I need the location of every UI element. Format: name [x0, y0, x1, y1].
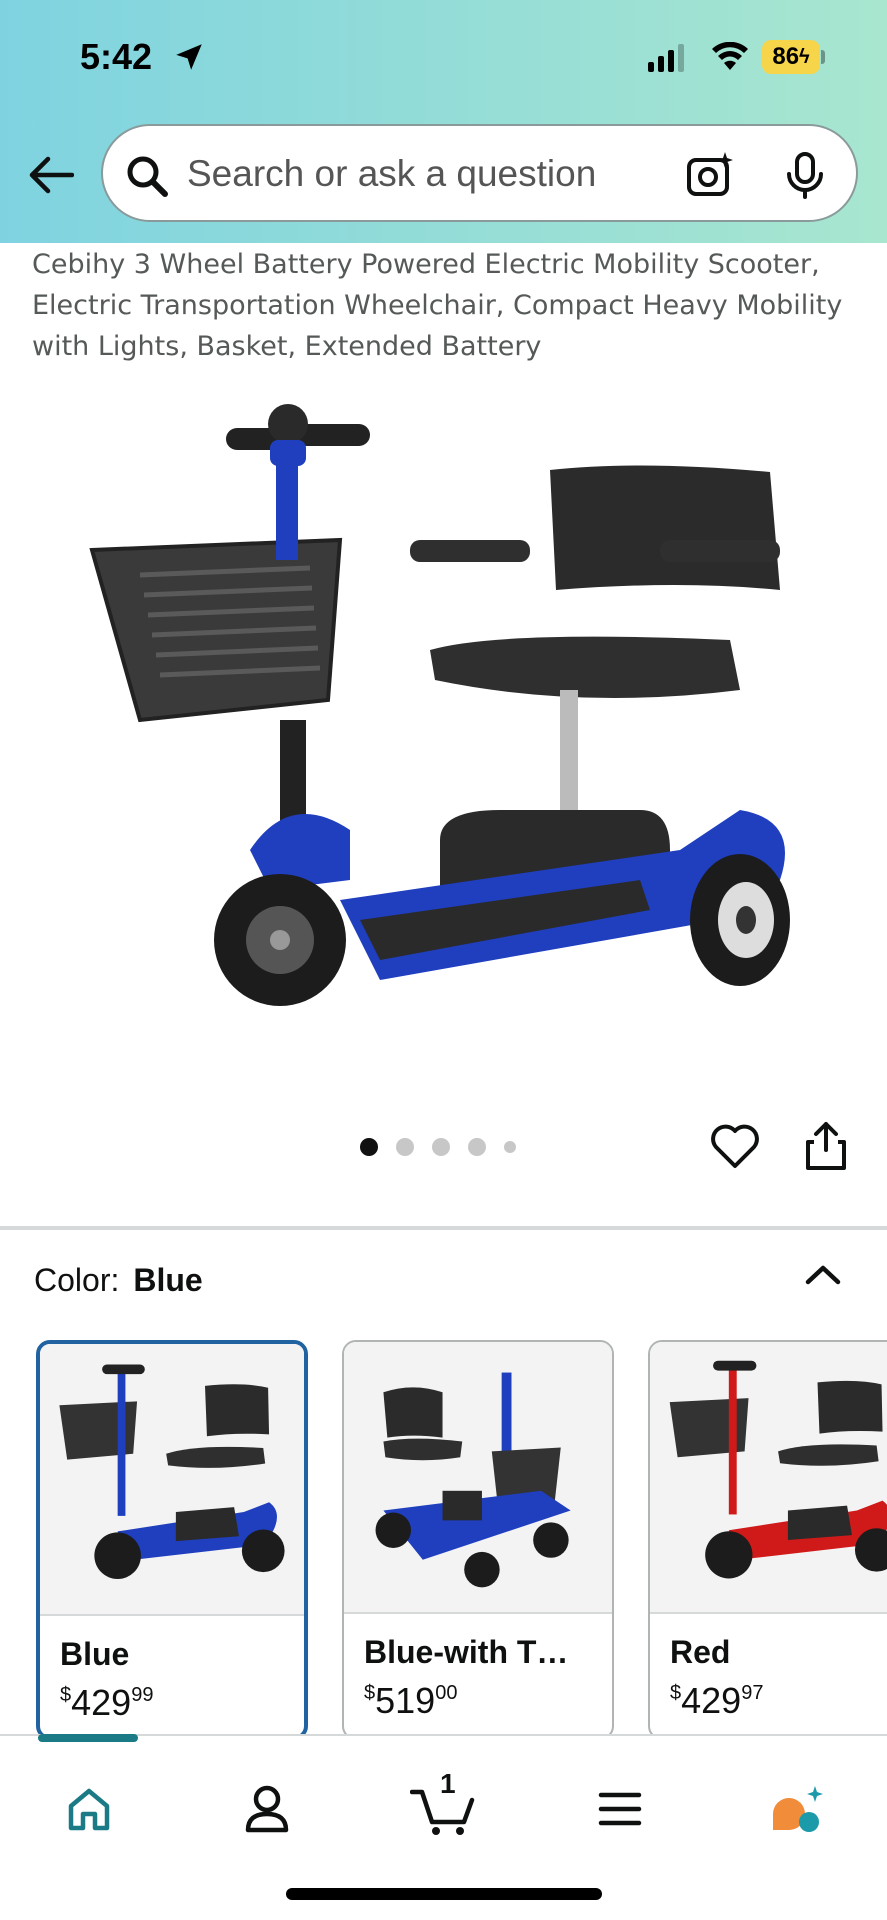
carousel-dot[interactable] — [396, 1138, 414, 1156]
swatch-image — [40, 1344, 304, 1616]
carousel-dot[interactable] — [432, 1138, 450, 1156]
home-indicator[interactable] — [286, 1888, 602, 1900]
share-icon[interactable] — [804, 1120, 848, 1172]
rufus-assistant-icon — [773, 1786, 823, 1832]
price-currency: $ — [670, 1682, 682, 1704]
swatch-image — [650, 1342, 887, 1614]
nav-cart[interactable]: 1 — [408, 1768, 478, 1844]
color-label: Color: — [34, 1262, 120, 1298]
nav-menu[interactable] — [585, 1774, 655, 1844]
cellular-signal-icon — [648, 44, 684, 72]
price-currency: $ — [60, 1684, 72, 1706]
search-bar[interactable] — [101, 124, 858, 222]
cart-count: 1 — [440, 1768, 456, 1799]
swatch-price: $42999 — [60, 1682, 153, 1724]
price-currency: $ — [364, 1682, 376, 1704]
nav-rufus[interactable] — [762, 1774, 832, 1844]
price-cents: 97 — [741, 1682, 764, 1704]
product-title[interactable]: Cebihy 3 Wheel Battery Powered Electric … — [32, 244, 862, 367]
home-icon — [68, 1788, 110, 1831]
nav-active-indicator — [38, 1734, 138, 1742]
price-whole: 519 — [375, 1680, 436, 1721]
price-cents: 00 — [435, 1682, 458, 1704]
price-cents: 99 — [131, 1684, 154, 1706]
swatch-name: Blue-with T… — [364, 1634, 569, 1670]
status-time: 5:42 — [80, 36, 153, 77]
swatch-name: Red — [670, 1634, 731, 1670]
back-button[interactable] — [26, 150, 76, 200]
price-whole: 429 — [71, 1682, 132, 1723]
heart-icon[interactable] — [710, 1122, 760, 1170]
swatch-image — [344, 1342, 612, 1614]
wifi-icon — [712, 42, 748, 70]
color-option-red[interactable]: Red $42997 — [648, 1340, 887, 1740]
battery-nub — [821, 50, 825, 64]
image-carousel-dots[interactable] — [360, 1138, 516, 1156]
account-icon — [245, 1785, 289, 1833]
menu-icon — [598, 1792, 642, 1826]
chevron-up-icon[interactable] — [800, 1256, 846, 1292]
section-divider — [0, 1226, 887, 1230]
back-arrow-icon — [29, 156, 74, 194]
swatch-price: $51900 — [364, 1680, 457, 1722]
microphone-icon[interactable] — [783, 150, 827, 200]
search-icon — [127, 156, 168, 197]
swatch-name: Blue — [60, 1636, 130, 1672]
color-selected-value: Blue — [133, 1262, 203, 1298]
location-arrow-icon — [176, 44, 202, 70]
battery-level: 86 — [772, 43, 800, 70]
carousel-dot[interactable] — [504, 1141, 516, 1153]
carousel-dot[interactable] — [468, 1138, 486, 1156]
nav-home[interactable] — [54, 1774, 124, 1844]
carousel-dot-active[interactable] — [360, 1138, 378, 1156]
app-header: 5:42 86 ϟ — [0, 0, 887, 243]
product-image[interactable] — [80, 380, 820, 1060]
color-option-blue-with-t[interactable]: Blue-with T… $51900 — [342, 1340, 614, 1740]
nav-account[interactable] — [232, 1774, 302, 1844]
price-whole: 429 — [681, 1680, 742, 1721]
color-option-blue[interactable]: Blue $42999 — [36, 1340, 308, 1740]
camera-lens-icon[interactable] — [685, 150, 735, 200]
search-input[interactable] — [187, 148, 607, 200]
battery-charging-icon: 86 ϟ — [762, 40, 820, 74]
color-selector-header: Color: Blue — [34, 1262, 203, 1299]
swatch-price: $42997 — [670, 1680, 763, 1722]
